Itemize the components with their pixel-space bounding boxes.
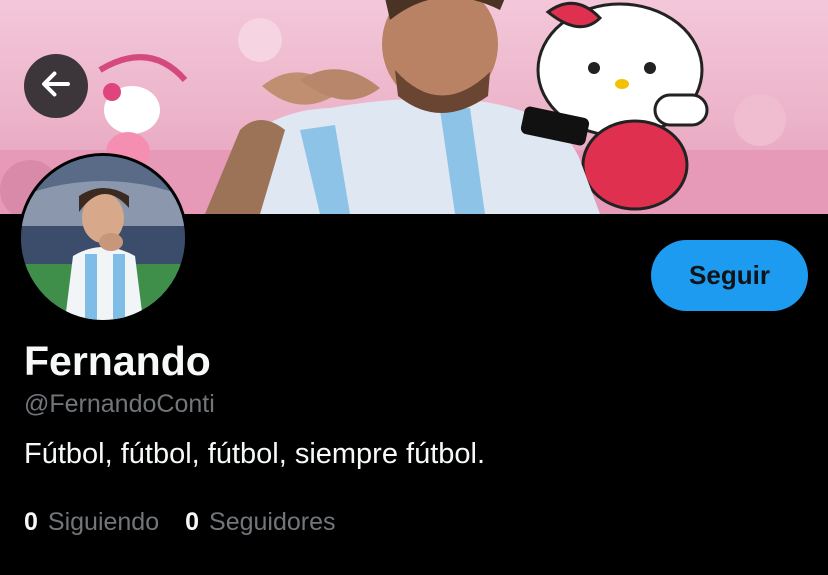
followers-label: Seguidores <box>209 508 336 536</box>
back-button[interactable] <box>24 54 88 118</box>
following-label: Siguiendo <box>47 508 160 536</box>
profile-name: Fernando <box>24 338 211 384</box>
arrow-left-icon <box>38 66 74 107</box>
follow-button[interactable]: Seguir <box>651 240 808 311</box>
profile-handle: @FernandoConti <box>24 390 215 418</box>
following-stat[interactable]: 0 Siguiendo <box>24 508 159 537</box>
followers-count: 0 <box>185 508 200 536</box>
profile-bio: Fútbol, fútbol, fútbol, siempre fútbol. <box>24 438 486 470</box>
profile-avatar[interactable] <box>18 153 188 323</box>
profile-stats: 0 Siguiendo 0 Seguidores <box>24 508 336 537</box>
following-count: 0 <box>24 508 38 536</box>
followers-stat[interactable]: 0 Seguidores <box>185 508 335 537</box>
